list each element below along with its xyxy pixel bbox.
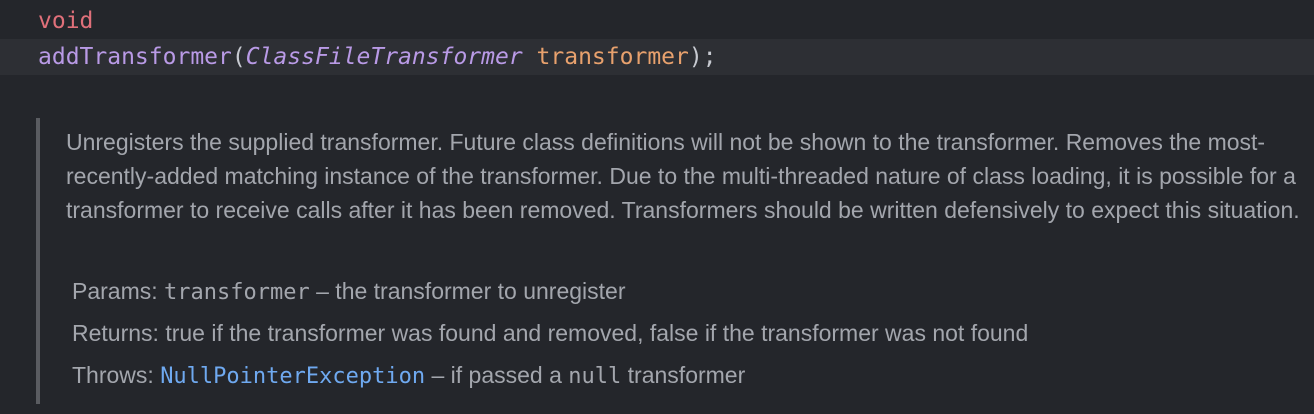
method-name[interactable]: addTransformer <box>38 44 232 70</box>
params-row: Params: transformer – the transformer to… <box>72 274 626 310</box>
code-line-method-signature: addTransformer(ClassFileTransformer tran… <box>0 39 1314 75</box>
close-paren-semicolon: ); <box>688 44 717 70</box>
params-text: – the transformer to unregister <box>309 278 626 304</box>
null-literal: null <box>568 364 622 389</box>
throws-row: Throws: NullPointerException – if passed… <box>72 358 745 394</box>
doc-description: Unregisters the supplied transformer. Fu… <box>66 129 1300 223</box>
param-name: transformer <box>536 44 689 70</box>
returns-label: Returns: <box>72 320 159 346</box>
returns-row: Returns: true if the transformer was fou… <box>72 316 1028 350</box>
code-line-return-type: void <box>0 3 1314 39</box>
returns-text: true if the transformer was found and re… <box>165 320 1029 346</box>
open-paren: ( <box>231 44 246 70</box>
param-name-code: transformer <box>164 280 310 305</box>
param-type[interactable]: ClassFileTransformer <box>246 44 523 70</box>
javadoc-popup: Unregisters the supplied transformer. Fu… <box>36 118 1306 404</box>
params-label: Params: <box>72 278 158 304</box>
throws-label: Throws: <box>72 362 154 388</box>
void-keyword: void <box>38 8 94 34</box>
throws-text-before: – if passed a <box>425 362 569 388</box>
throws-text-after: transformer <box>621 362 746 388</box>
exception-link[interactable]: NullPointerException <box>160 364 425 389</box>
